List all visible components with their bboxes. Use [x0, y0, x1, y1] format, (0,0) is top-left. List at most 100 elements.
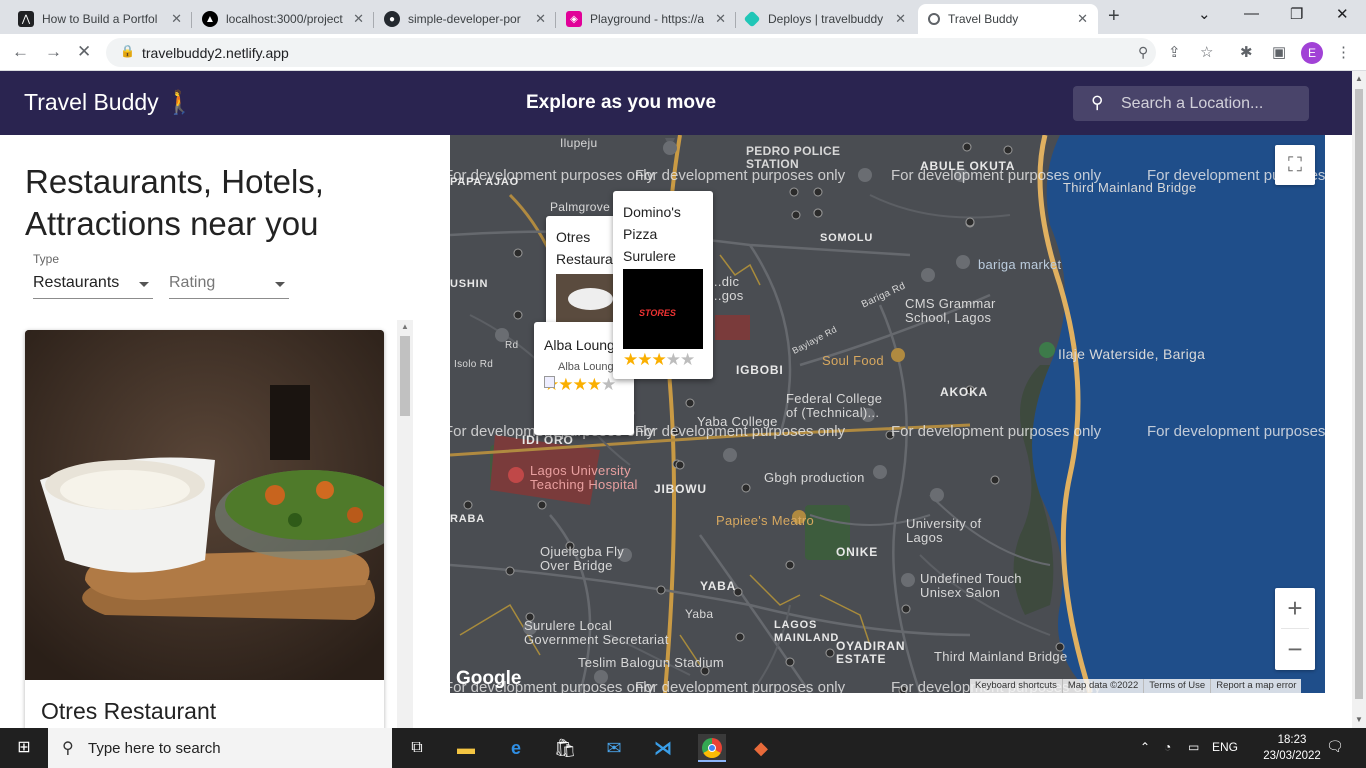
- battery-icon[interactable]: ▭: [1188, 740, 1199, 754]
- dev-watermark: For development purposes only: [635, 423, 846, 440]
- taskbar-search[interactable]: ⚲ Type here to search: [48, 728, 392, 768]
- tab-title: Deploys | travelbuddy: [768, 12, 884, 26]
- browser-tab-active[interactable]: Travel Buddy ✕: [918, 4, 1098, 34]
- new-tab-icon[interactable]: +: [1108, 5, 1120, 28]
- close-tab-icon[interactable]: ✕: [171, 11, 182, 27]
- browser-toolbar: ← → ✕ 🔒 travelbuddy2.netlify.app ⚲ ⇪ ☆ ✱…: [0, 34, 1366, 71]
- zoom-control: + −: [1275, 588, 1315, 670]
- map-label: JIBOWU: [654, 482, 707, 496]
- restore-icon[interactable]: ❐: [1290, 5, 1303, 23]
- map-label: RABA: [450, 513, 485, 525]
- keyboard-shortcuts-link[interactable]: Keyboard shortcuts: [970, 679, 1062, 693]
- place-card[interactable]: Otres Restaurant: [25, 330, 384, 750]
- page-scrollbar[interactable]: ▲ ▼: [1352, 71, 1366, 728]
- close-tab-icon[interactable]: ✕: [715, 11, 726, 27]
- app-brand[interactable]: Travel Buddy 🚶: [24, 89, 194, 116]
- clock-time: 18:23: [1277, 734, 1307, 746]
- map-label: LAGOS MAINLAND: [774, 619, 840, 644]
- rating-stars: ★★★★★: [544, 375, 616, 394]
- store-icon[interactable]: 🛍: [551, 734, 579, 762]
- side-panel-icon[interactable]: ▣: [1272, 43, 1286, 61]
- google-logo[interactable]: Google: [456, 668, 521, 690]
- back-icon[interactable]: ←: [12, 42, 29, 62]
- location-icon[interactable]: ⚲: [1138, 44, 1148, 61]
- mail-icon[interactable]: ✉: [600, 734, 628, 762]
- taskbar-search-text: Type here to search: [88, 740, 221, 757]
- taskbar-clock[interactable]: 18:23 23/03/2022: [1262, 732, 1322, 764]
- map-place-card[interactable]: Domino's Pizza Surulere STORES ★★★★★: [613, 191, 713, 379]
- tray-chevron-icon[interactable]: ⌃: [1140, 740, 1150, 754]
- file-explorer-icon[interactable]: ▬: [452, 734, 480, 762]
- browser-tab[interactable]: ● simple-developer-por ✕: [374, 4, 556, 34]
- app-header: Travel Buddy 🚶 Explore as you move ⚲: [0, 71, 1352, 135]
- map-label: Yaba: [685, 607, 714, 621]
- terms-link[interactable]: Terms of Use: [1143, 679, 1210, 693]
- window-close-icon[interactable]: ✕: [1336, 5, 1349, 23]
- browser-tab[interactable]: ▲ localhost:3000/project ✕: [192, 4, 374, 34]
- search-input[interactable]: [1121, 92, 1301, 115]
- list-scrollbar[interactable]: ▲: [397, 320, 413, 730]
- browser-tab-strip: ⋀ How to Build a Portfol ✕ ▲ localhost:3…: [0, 0, 1366, 34]
- search-icon: ⚲: [62, 740, 74, 757]
- close-tab-icon[interactable]: ✕: [353, 11, 364, 27]
- url-text[interactable]: travelbuddy2.netlify.app: [142, 45, 289, 61]
- map-label: Lagos University Teaching Hospital: [530, 463, 638, 492]
- type-select[interactable]: Restaurants: [33, 269, 153, 299]
- tab-search-icon[interactable]: ⌄: [1198, 5, 1211, 23]
- place-name[interactable]: Otres Restaurant: [41, 698, 216, 725]
- rating-select-value: Rating: [169, 274, 216, 291]
- browser-tab[interactable]: Deploys | travelbuddy ✕: [736, 4, 916, 34]
- rating-select[interactable]: Rating: [169, 269, 289, 299]
- map-label: OYADIRAN ESTATE: [836, 639, 906, 666]
- vscode-icon[interactable]: ⋊: [649, 734, 677, 762]
- extensions-icon[interactable]: ✱: [1240, 43, 1253, 61]
- type-select-value: Restaurants: [33, 274, 120, 291]
- report-error-link[interactable]: Report a map error: [1210, 679, 1301, 693]
- rating-stars: ★★★★★: [623, 350, 695, 369]
- map-label: CMS Grammar School, Lagos: [905, 296, 996, 325]
- task-view-icon[interactable]: ⧉: [403, 734, 431, 762]
- place-photo: [25, 330, 384, 680]
- lock-icon[interactable]: 🔒: [120, 44, 135, 58]
- browser-tab[interactable]: ◈ Playground - https://a ✕: [556, 4, 736, 34]
- zoom-out-button[interactable]: −: [1275, 629, 1315, 670]
- loading-icon: [928, 13, 940, 25]
- share-icon[interactable]: ⇪: [1168, 43, 1181, 61]
- scroll-up-icon[interactable]: ▲: [401, 322, 409, 331]
- scroll-thumb[interactable]: [400, 336, 410, 416]
- google-map[interactable]: Ilupeju ABULE OKUTA PEDRO POLICE STATION…: [450, 135, 1325, 693]
- stop-loading-icon[interactable]: ✕: [77, 42, 91, 62]
- edge-icon[interactable]: e: [502, 734, 530, 762]
- notifications-icon[interactable]: 🗨: [1326, 738, 1344, 755]
- windows-start-icon[interactable]: ⊞: [10, 734, 38, 762]
- chrome-icon[interactable]: [698, 734, 726, 762]
- dev-watermark: For development purposes only: [891, 167, 1102, 184]
- map-label: Rd: [505, 340, 519, 351]
- map-label: ONIKE: [836, 545, 879, 559]
- forward-icon[interactable]: →: [45, 42, 62, 62]
- map-label: Surulere Local Government Secretariat: [524, 618, 669, 647]
- zoom-in-button[interactable]: +: [1275, 588, 1315, 629]
- tab-title: localhost:3000/project: [226, 12, 343, 26]
- map-card-broken-image: Alba Lounge: [558, 361, 620, 373]
- language-indicator[interactable]: ENG: [1212, 740, 1238, 754]
- map-label: Third Mainland Bridge: [934, 649, 1068, 664]
- map-label: Undefined Touch Unisex Salon: [920, 571, 1022, 600]
- close-tab-icon[interactable]: ✕: [895, 11, 906, 27]
- location-search[interactable]: ⚲: [1073, 86, 1309, 121]
- map-label: bariga market: [978, 257, 1062, 272]
- bookmark-star-icon[interactable]: ☆: [1200, 43, 1213, 61]
- profile-avatar[interactable]: E: [1301, 42, 1323, 64]
- scroll-up-icon[interactable]: ▲: [1355, 74, 1363, 83]
- scroll-down-icon[interactable]: ▼: [1355, 715, 1363, 724]
- close-tab-icon[interactable]: ✕: [535, 11, 546, 27]
- menu-kebab-icon[interactable]: ⋮: [1336, 43, 1351, 61]
- minimize-icon[interactable]: —: [1244, 5, 1259, 22]
- wifi-icon[interactable]: ◔: [1164, 740, 1171, 754]
- scroll-thumb[interactable]: [1355, 89, 1363, 699]
- browser-tab[interactable]: ⋀ How to Build a Portfol ✕: [8, 4, 192, 34]
- fullscreen-button[interactable]: ⛶: [1275, 145, 1315, 185]
- git-icon[interactable]: ◆: [747, 734, 775, 762]
- close-tab-icon[interactable]: ✕: [1077, 11, 1088, 27]
- address-bar[interactable]: 🔒 travelbuddy2.netlify.app ⚲: [106, 38, 1156, 67]
